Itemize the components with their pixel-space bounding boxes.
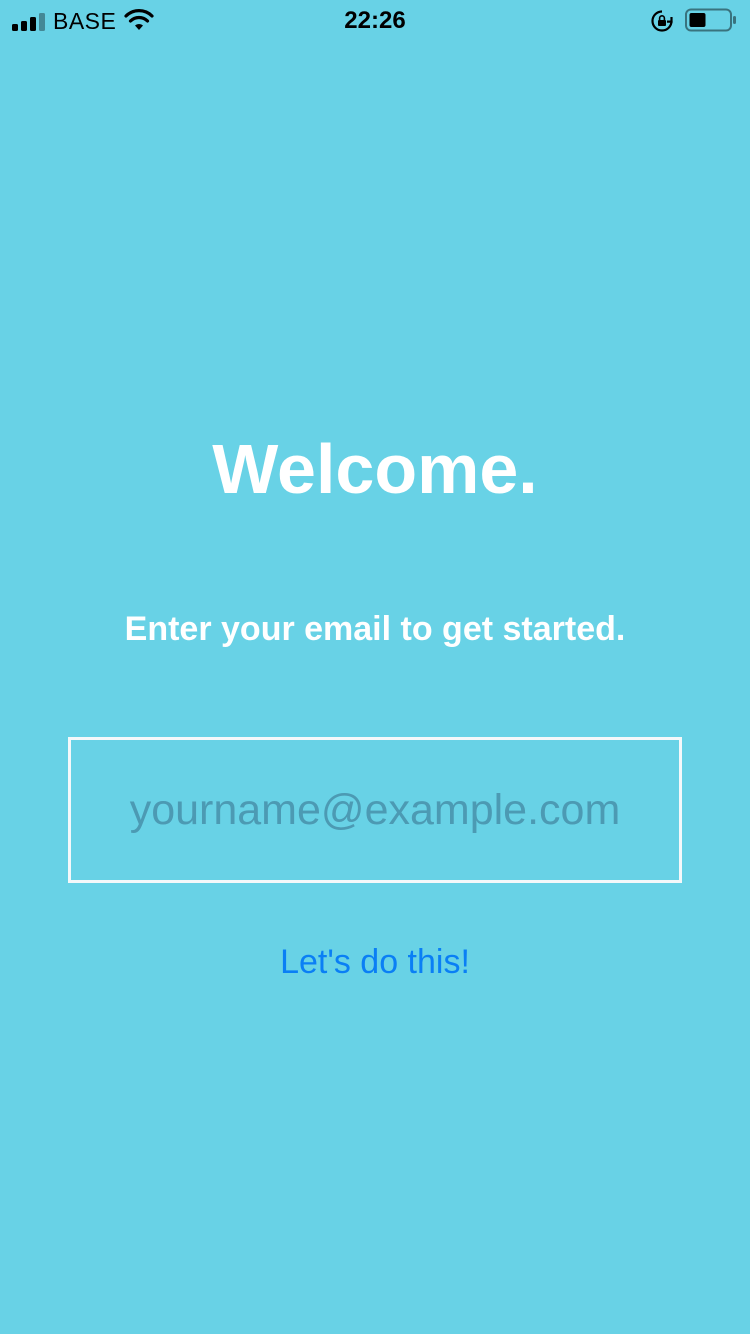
status-bar: BASE 22:26 — [0, 0, 750, 40]
status-time: 22:26 — [344, 7, 406, 34]
welcome-subtitle: Enter your email to get started. — [124, 610, 626, 648]
welcome-title: Welcome. — [212, 430, 538, 508]
rotation-lock-icon — [651, 10, 673, 32]
email-input[interactable] — [68, 737, 682, 883]
battery-icon — [685, 8, 736, 32]
get-started-button[interactable]: Let's do this! — [0, 940, 750, 984]
welcome-screen: BASE 22:26 Welcome. Enter your email to … — [0, 0, 750, 1334]
